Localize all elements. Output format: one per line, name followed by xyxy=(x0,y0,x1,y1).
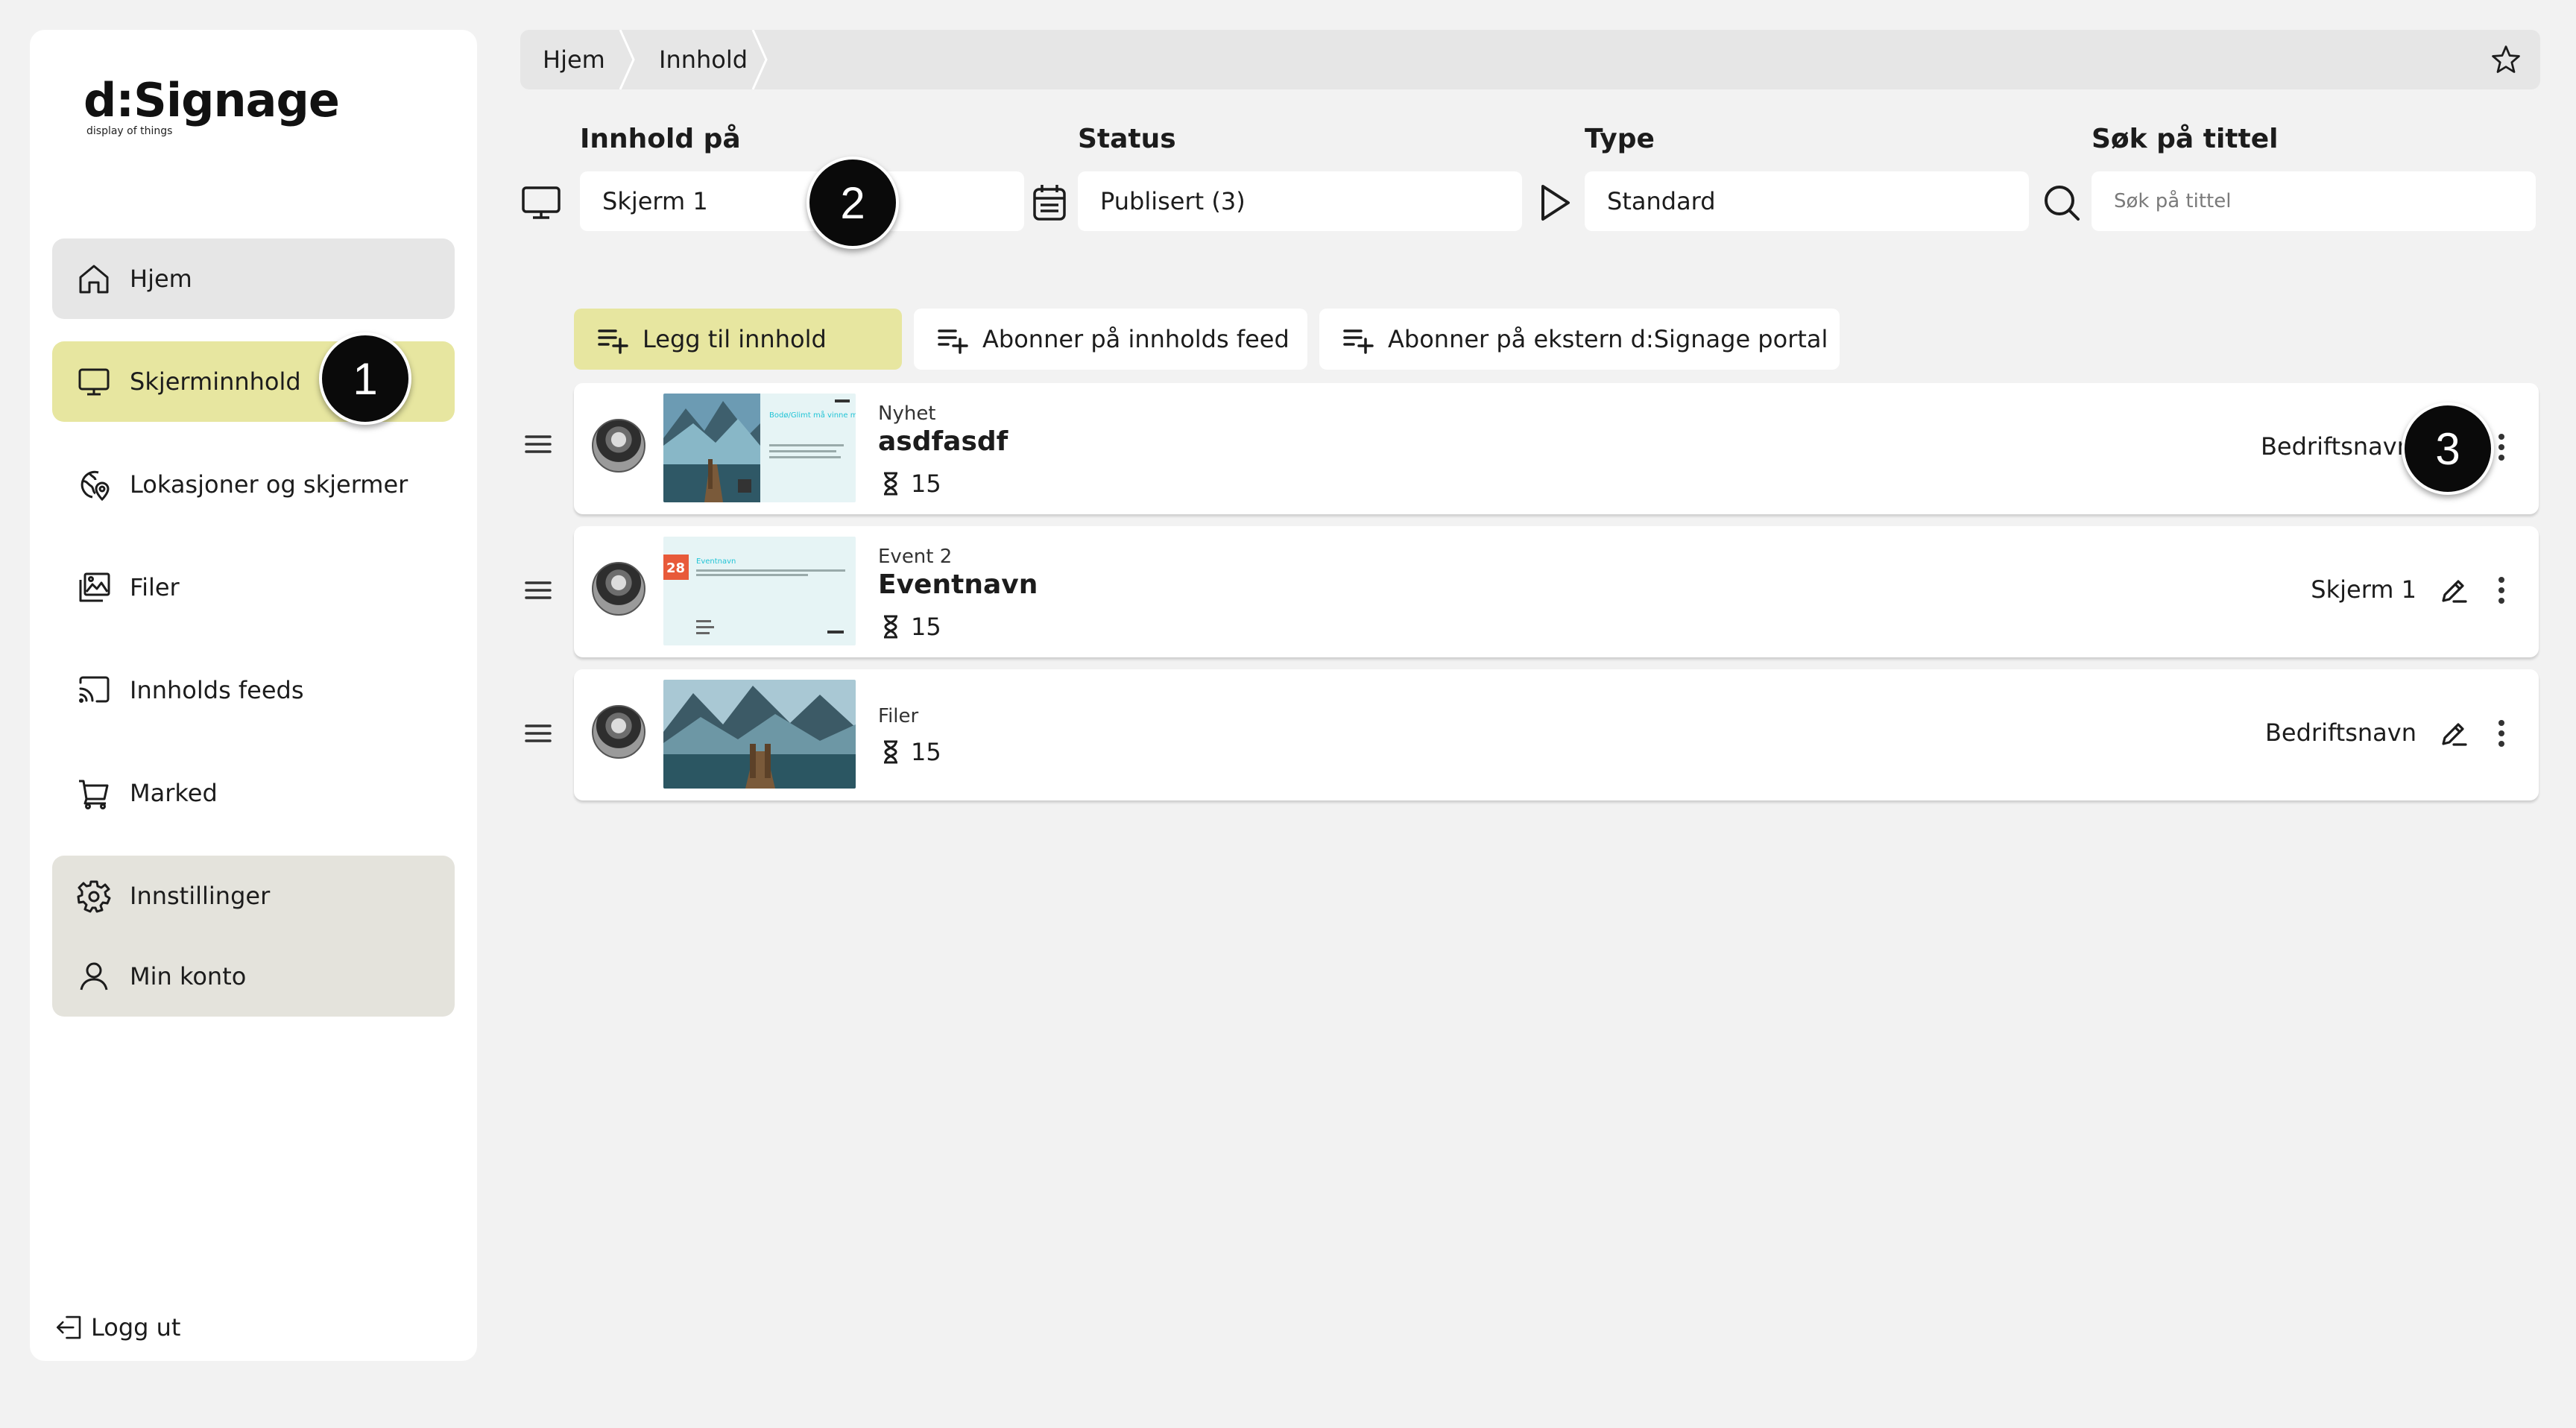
breadcrumb-separator xyxy=(751,30,768,89)
playlist-add-icon xyxy=(1343,329,1374,354)
thumb-event-name: Eventnavn xyxy=(696,557,736,566)
edit-pencil-icon[interactable] xyxy=(2439,575,2469,605)
content-duration: 15 xyxy=(878,470,941,498)
hourglass-icon xyxy=(884,615,897,639)
calendar-icon xyxy=(1033,185,1066,221)
playlist-add-icon xyxy=(598,329,628,354)
filter-status-label: Status xyxy=(1078,124,1176,154)
home-icon xyxy=(79,265,109,294)
logo-wordmark: d:Signage xyxy=(83,73,340,127)
search-icon xyxy=(2045,186,2080,221)
sidebar-item-settings[interactable]: Innstillinger xyxy=(52,856,455,936)
content-title: asdfasdf xyxy=(878,426,1008,457)
breadcrumb-item-home[interactable]: Hjem xyxy=(543,30,605,89)
callout-marker-2: 2 xyxy=(806,157,899,249)
playlist-add-icon xyxy=(938,329,968,354)
content-target: Skjerm 1 xyxy=(2311,575,2416,604)
settings-group: Innstillinger Min konto xyxy=(52,856,455,1017)
logout-button[interactable]: Logg ut xyxy=(54,1312,180,1343)
callout-marker-1: 1 xyxy=(319,332,411,425)
subscribe-feed-button[interactable]: Abonner på innholds feed xyxy=(914,309,1307,370)
content-row[interactable]: Bodø/Glimt må vinne mot Juventus! Nyhet … xyxy=(574,383,2539,514)
sidebar-item-market[interactable]: Marked xyxy=(52,753,455,833)
duration-value: 15 xyxy=(911,470,941,498)
content-type-label: Filer xyxy=(878,705,919,727)
sidebar-item-my-account[interactable]: Min konto xyxy=(52,936,455,1017)
drag-handle-icon[interactable] xyxy=(522,428,555,461)
breadcrumb-item-content[interactable]: Innhold xyxy=(659,30,748,89)
logout-icon xyxy=(56,1315,81,1339)
sidebar-item-label: Lokasjoner og skjermer xyxy=(130,470,408,499)
duration-value: 15 xyxy=(911,613,941,641)
type-select[interactable]: Standard xyxy=(1585,171,2029,231)
subscribe-feed-label: Abonner på innholds feed xyxy=(982,325,1289,353)
content-title: Eventnavn xyxy=(878,569,1038,600)
sidebar-item-label: Innholds feeds xyxy=(130,676,304,704)
sidebar: d:Signage display of things Hjem Skjermi… xyxy=(30,30,477,1361)
play-icon xyxy=(1541,185,1570,221)
sidebar-item-label: Filer xyxy=(130,573,180,601)
more-vertical-icon[interactable] xyxy=(2494,717,2509,750)
image-gallery-icon xyxy=(79,572,110,602)
monitor-icon xyxy=(522,186,561,219)
thumb-event-date: 28 xyxy=(666,560,685,576)
sidebar-item-label: Marked xyxy=(130,779,218,807)
cast-icon xyxy=(79,676,110,703)
duration-value: 15 xyxy=(911,738,941,766)
thumbnail-image xyxy=(663,680,856,789)
drag-handle-icon[interactable] xyxy=(522,574,555,607)
cart-icon xyxy=(79,780,109,809)
screen-select[interactable]: Skjerm 1 xyxy=(580,171,1024,231)
monitor-icon xyxy=(78,368,110,396)
thumbnail-image: Bodø/Glimt må vinne mot Juventus! xyxy=(663,394,856,502)
edit-pencil-icon[interactable] xyxy=(2439,718,2469,748)
sidebar-item-label: Innstillinger xyxy=(130,882,271,910)
hourglass-icon xyxy=(884,472,897,496)
app-logo[interactable]: d:Signage display of things xyxy=(83,73,340,138)
filter-type-label: Type xyxy=(1585,124,1655,154)
callout-marker-3: 3 xyxy=(2402,402,2494,495)
content-duration: 15 xyxy=(878,738,941,766)
avatar xyxy=(592,419,645,473)
logout-label: Logg ut xyxy=(91,1313,181,1342)
sidebar-item-locations[interactable]: Lokasjoner og skjermer xyxy=(52,444,455,525)
content-type-label: Nyhet xyxy=(878,402,936,425)
star-icon[interactable] xyxy=(2490,43,2522,76)
sidebar-item-home[interactable]: Hjem xyxy=(52,238,455,319)
gear-icon xyxy=(77,880,111,913)
content-target: Bedriftsnavn xyxy=(2260,432,2412,461)
search-input[interactable]: Søk på tittel xyxy=(2092,171,2536,231)
drag-handle-icon[interactable] xyxy=(522,717,555,750)
location-globe-icon xyxy=(80,470,110,502)
user-icon xyxy=(80,962,108,991)
sidebar-item-label: Min konto xyxy=(130,962,247,991)
sidebar-item-files[interactable]: Filer xyxy=(52,547,455,628)
thumb-news-heading: Bodø/Glimt må vinne mot Juventus! xyxy=(769,410,856,420)
content-row[interactable]: 28 Eventnavn Event 2 Eventnavn 15 Skjerm… xyxy=(574,526,2539,657)
sidebar-item-content-feeds[interactable]: Innholds feeds xyxy=(52,650,455,730)
avatar xyxy=(592,705,645,759)
breadcrumb-separator xyxy=(619,30,635,89)
breadcrumb: Hjem Innhold xyxy=(520,30,2540,89)
sidebar-item-label: Hjem xyxy=(130,265,192,293)
filter-search-label: Søk på tittel xyxy=(2092,124,2279,154)
content-type-label: Event 2 xyxy=(878,546,953,568)
add-content-button[interactable]: Legg til innhold xyxy=(574,309,902,370)
more-vertical-icon[interactable] xyxy=(2494,431,2509,464)
subscribe-portal-label: Abonner på ekstern d:Signage portal xyxy=(1388,325,1828,353)
content-row[interactable]: Filer 15 Bedriftsnavn xyxy=(574,669,2539,800)
subscribe-portal-button[interactable]: Abonner på ekstern d:Signage portal xyxy=(1319,309,1840,370)
thumbnail-image: 28 Eventnavn xyxy=(663,537,856,645)
content-target: Bedriftsnavn xyxy=(2264,718,2416,747)
filter-screen-label: Innhold på xyxy=(580,124,741,154)
more-vertical-icon[interactable] xyxy=(2494,574,2509,607)
content-duration: 15 xyxy=(878,613,941,641)
add-content-label: Legg til innhold xyxy=(643,325,827,353)
sidebar-item-label: Skjerminnhold xyxy=(130,367,301,396)
hourglass-icon xyxy=(884,740,897,764)
status-select[interactable]: Publisert (3) xyxy=(1078,171,1522,231)
avatar xyxy=(592,562,645,616)
